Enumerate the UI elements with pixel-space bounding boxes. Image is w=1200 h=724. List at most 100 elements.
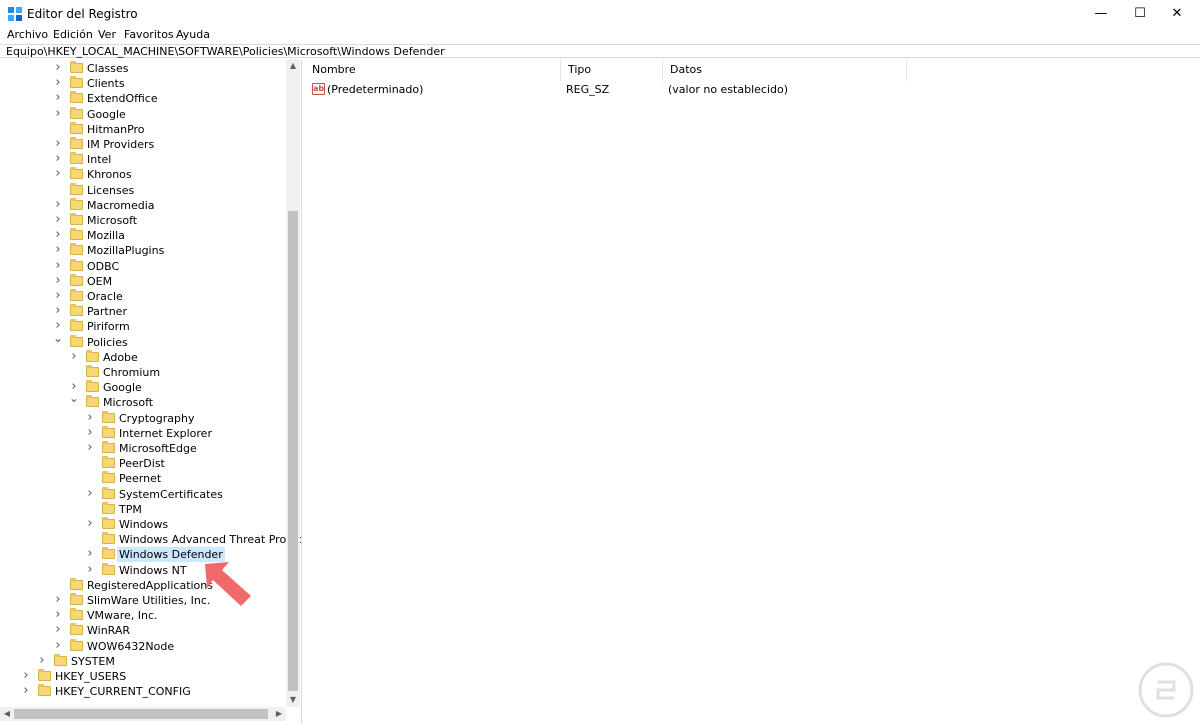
chevron-right-icon[interactable]: › <box>53 303 63 318</box>
chevron-right-icon[interactable]: › <box>85 546 95 561</box>
chevron-right-icon[interactable]: › <box>85 410 95 425</box>
scroll-down-icon[interactable]: ▼ <box>286 693 300 707</box>
address-bar[interactable]: Equipo\HKEY_LOCAL_MACHINE\SOFTWARE\Polic… <box>0 44 1200 58</box>
chevron-right-icon[interactable]: › <box>53 622 63 637</box>
chevron-down-icon[interactable]: ⌄ <box>69 391 79 405</box>
chevron-right-icon[interactable]: › <box>53 166 63 181</box>
tree-node-label: IM Providers <box>87 138 155 151</box>
tree-node[interactable]: › SystemCertificates <box>0 486 286 502</box>
tree-node-label: MicrosoftEdge <box>119 442 197 455</box>
scroll-left-icon[interactable]: ◀ <box>0 707 14 721</box>
chevron-right-icon[interactable]: › <box>53 212 63 227</box>
tree-node[interactable]: TPM <box>0 501 286 517</box>
tree-node-label: Cryptography <box>119 411 195 425</box>
tree-node-label: SYSTEM <box>71 654 115 668</box>
tree-node[interactable]: › ODBC <box>0 258 286 274</box>
chevron-right-icon[interactable]: › <box>53 273 63 288</box>
chevron-right-icon[interactable]: › <box>85 562 95 577</box>
tree-node[interactable]: › IM Providers <box>0 136 286 152</box>
chevron-right-icon[interactable]: › <box>53 60 63 75</box>
chevron-right-icon[interactable]: › <box>53 288 63 303</box>
tree-node[interactable]: Peernet <box>0 471 286 486</box>
menu-archivo[interactable]: Archivo <box>7 28 48 41</box>
menu-ver[interactable]: Ver <box>98 28 116 41</box>
column-header-name[interactable]: Nombre <box>305 59 561 81</box>
tree-node[interactable]: › Piriform <box>0 318 286 334</box>
chevron-right-icon[interactable]: › <box>53 75 63 90</box>
chevron-down-icon[interactable]: ⌄ <box>53 331 63 345</box>
chevron-right-icon[interactable]: › <box>37 653 47 668</box>
tree-node[interactable]: › VMware, Inc. <box>0 607 286 623</box>
tree-node[interactable]: ⌄ Microsoft <box>0 391 286 410</box>
scroll-thumb[interactable] <box>288 211 298 691</box>
tree-node[interactable]: › SYSTEM <box>0 653 286 669</box>
chevron-right-icon[interactable]: › <box>53 90 63 105</box>
scroll-up-icon[interactable]: ▲ <box>286 59 300 73</box>
chevron-right-icon[interactable]: › <box>53 197 63 212</box>
chevron-right-icon[interactable]: › <box>85 425 95 440</box>
close-button[interactable]: ✕ <box>1154 0 1200 27</box>
scroll-right-icon[interactable]: ▶ <box>272 707 286 721</box>
tree-node[interactable]: PeerDist <box>0 456 286 471</box>
chevron-right-icon[interactable]: › <box>53 227 63 242</box>
tree-node[interactable]: › Clients <box>0 75 286 91</box>
tree-node[interactable]: › Classes <box>0 60 286 76</box>
menu-ayuda[interactable]: Ayuda <box>176 28 210 41</box>
tree-node[interactable]: HitmanPro <box>0 121 286 137</box>
folder-icon <box>70 243 83 256</box>
tree-node-label: ExtendOffice <box>87 92 158 106</box>
tree-vertical-scrollbar[interactable]: ▲ ▼ <box>286 59 300 707</box>
chevron-right-icon[interactable]: › <box>21 683 31 698</box>
tree-node[interactable]: › OEM <box>0 273 286 289</box>
chevron-right-icon[interactable]: › <box>53 242 63 257</box>
tree-node[interactable]: › WOW6432Node <box>0 638 286 654</box>
tree-node-label: Mozilla <box>87 229 125 243</box>
chevron-right-icon[interactable]: › <box>53 607 63 622</box>
tree-node[interactable]: › Cryptography <box>0 410 286 426</box>
tree-node[interactable]: › Google <box>0 106 286 122</box>
chevron-right-icon[interactable]: › <box>53 151 63 166</box>
chevron-right-icon[interactable]: › <box>85 516 95 531</box>
tree-node[interactable]: › MozillaPlugins <box>0 242 286 258</box>
tree-node[interactable]: › Oracle <box>0 288 286 304</box>
tree-node[interactable]: › HKEY_CURRENT_CONFIG <box>0 683 286 699</box>
menu-favoritos[interactable]: Favoritos <box>124 28 174 41</box>
tree-node[interactable]: › HKEY_USERS <box>0 668 286 684</box>
tree-node[interactable]: › ExtendOffice <box>0 90 286 106</box>
chevron-right-icon[interactable]: › <box>85 440 95 455</box>
tree-node[interactable]: › Internet Explorer <box>0 425 286 441</box>
column-header-data[interactable]: Datos <box>663 59 907 81</box>
tree-node[interactable]: › Intel <box>0 151 286 167</box>
tree-node[interactable]: › Partner <box>0 303 286 319</box>
chevron-right-icon[interactable]: › <box>53 638 63 653</box>
title-bar: Editor del Registro — ☐ ✕ <box>0 0 1200 27</box>
tree-node[interactable]: › MicrosoftEdge <box>0 440 286 456</box>
tree-node[interactable]: Chromium <box>0 365 286 380</box>
registry-tree[interactable]: › Classes › Clients › ExtendOffice › Google Hitm… <box>0 59 302 724</box>
menu-edicion[interactable]: Edición <box>53 28 93 41</box>
column-header-type[interactable]: Tipo <box>561 59 663 81</box>
chevron-right-icon[interactable]: › <box>85 486 95 501</box>
tree-node[interactable]: › Adobe <box>0 349 286 365</box>
chevron-right-icon[interactable]: › <box>53 136 63 151</box>
tree-node[interactable]: › Macromedia <box>0 197 286 213</box>
chevron-right-icon[interactable]: › <box>69 349 79 364</box>
chevron-right-icon[interactable]: › <box>53 106 63 121</box>
tree-node[interactable]: Windows Advanced Threat Protection <box>0 532 301 547</box>
tree-node[interactable]: › Google <box>0 379 286 395</box>
tree-node[interactable]: › Windows <box>0 516 286 532</box>
chevron-right-icon[interactable]: › <box>53 258 63 273</box>
scroll-thumb-horizontal[interactable] <box>14 709 268 719</box>
values-list[interactable]: Nombre Tipo Datos ab (Predeterminado) RE… <box>305 59 1200 724</box>
tree-node[interactable]: Licenses <box>0 182 286 198</box>
chevron-right-icon[interactable]: › <box>21 668 31 683</box>
tree-horizontal-scrollbar[interactable]: ◀ ▶ <box>0 707 286 721</box>
chevron-right-icon[interactable]: › <box>53 592 63 607</box>
value-row[interactable]: ab (Predeterminado) REG_SZ (valor no est… <box>305 81 1200 98</box>
tree-node[interactable]: › Khronos <box>0 166 286 182</box>
address-path[interactable]: Equipo\HKEY_LOCAL_MACHINE\SOFTWARE\Polic… <box>6 45 445 58</box>
tree-node[interactable]: › Mozilla <box>0 227 286 243</box>
tree-node[interactable]: ⌄ Policies <box>0 331 286 350</box>
tree-node[interactable]: › WinRAR <box>0 622 286 638</box>
tree-node[interactable]: › Microsoft <box>0 212 286 228</box>
